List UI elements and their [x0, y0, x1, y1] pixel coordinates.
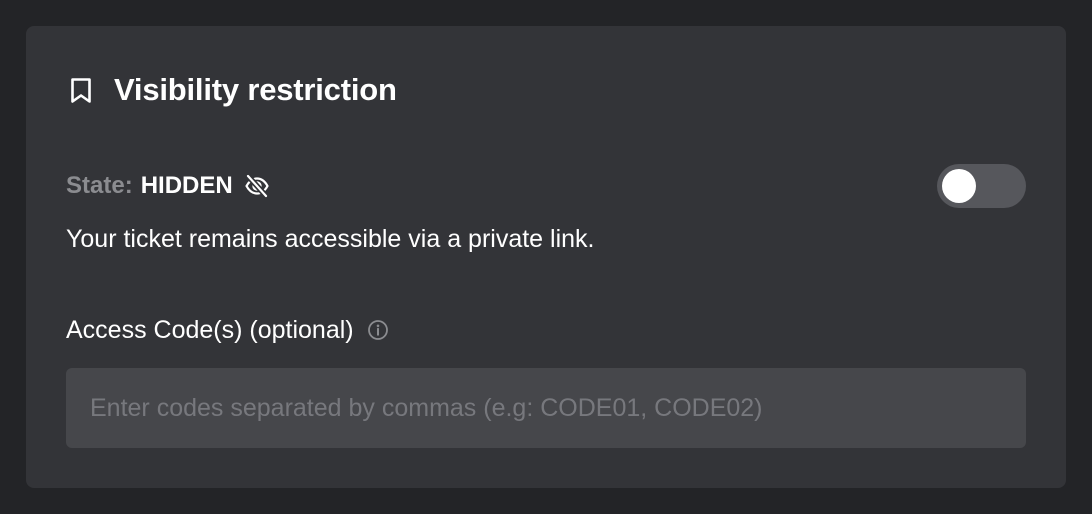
eye-off-icon: [243, 172, 271, 200]
card-title: Visibility restriction: [114, 72, 397, 107]
access-codes-label-row: Access Code(s) (optional): [66, 312, 390, 348]
visibility-toggle[interactable]: [937, 164, 1026, 208]
access-codes-label: Access Code(s) (optional): [66, 315, 354, 344]
card-header: Visibility restriction: [68, 70, 397, 110]
visibility-restriction-card: Visibility restriction State: HIDDEN You…: [26, 26, 1066, 488]
state-value: HIDDEN: [140, 172, 233, 199]
state-row: State: HIDDEN: [66, 168, 271, 204]
toggle-knob: [942, 169, 976, 203]
state-label: State:: [66, 172, 133, 199]
access-codes-input[interactable]: [66, 368, 1026, 448]
bookmark-icon: [68, 76, 94, 104]
info-icon[interactable]: [366, 318, 390, 342]
visibility-description: Your ticket remains accessible via a pri…: [66, 225, 595, 253]
